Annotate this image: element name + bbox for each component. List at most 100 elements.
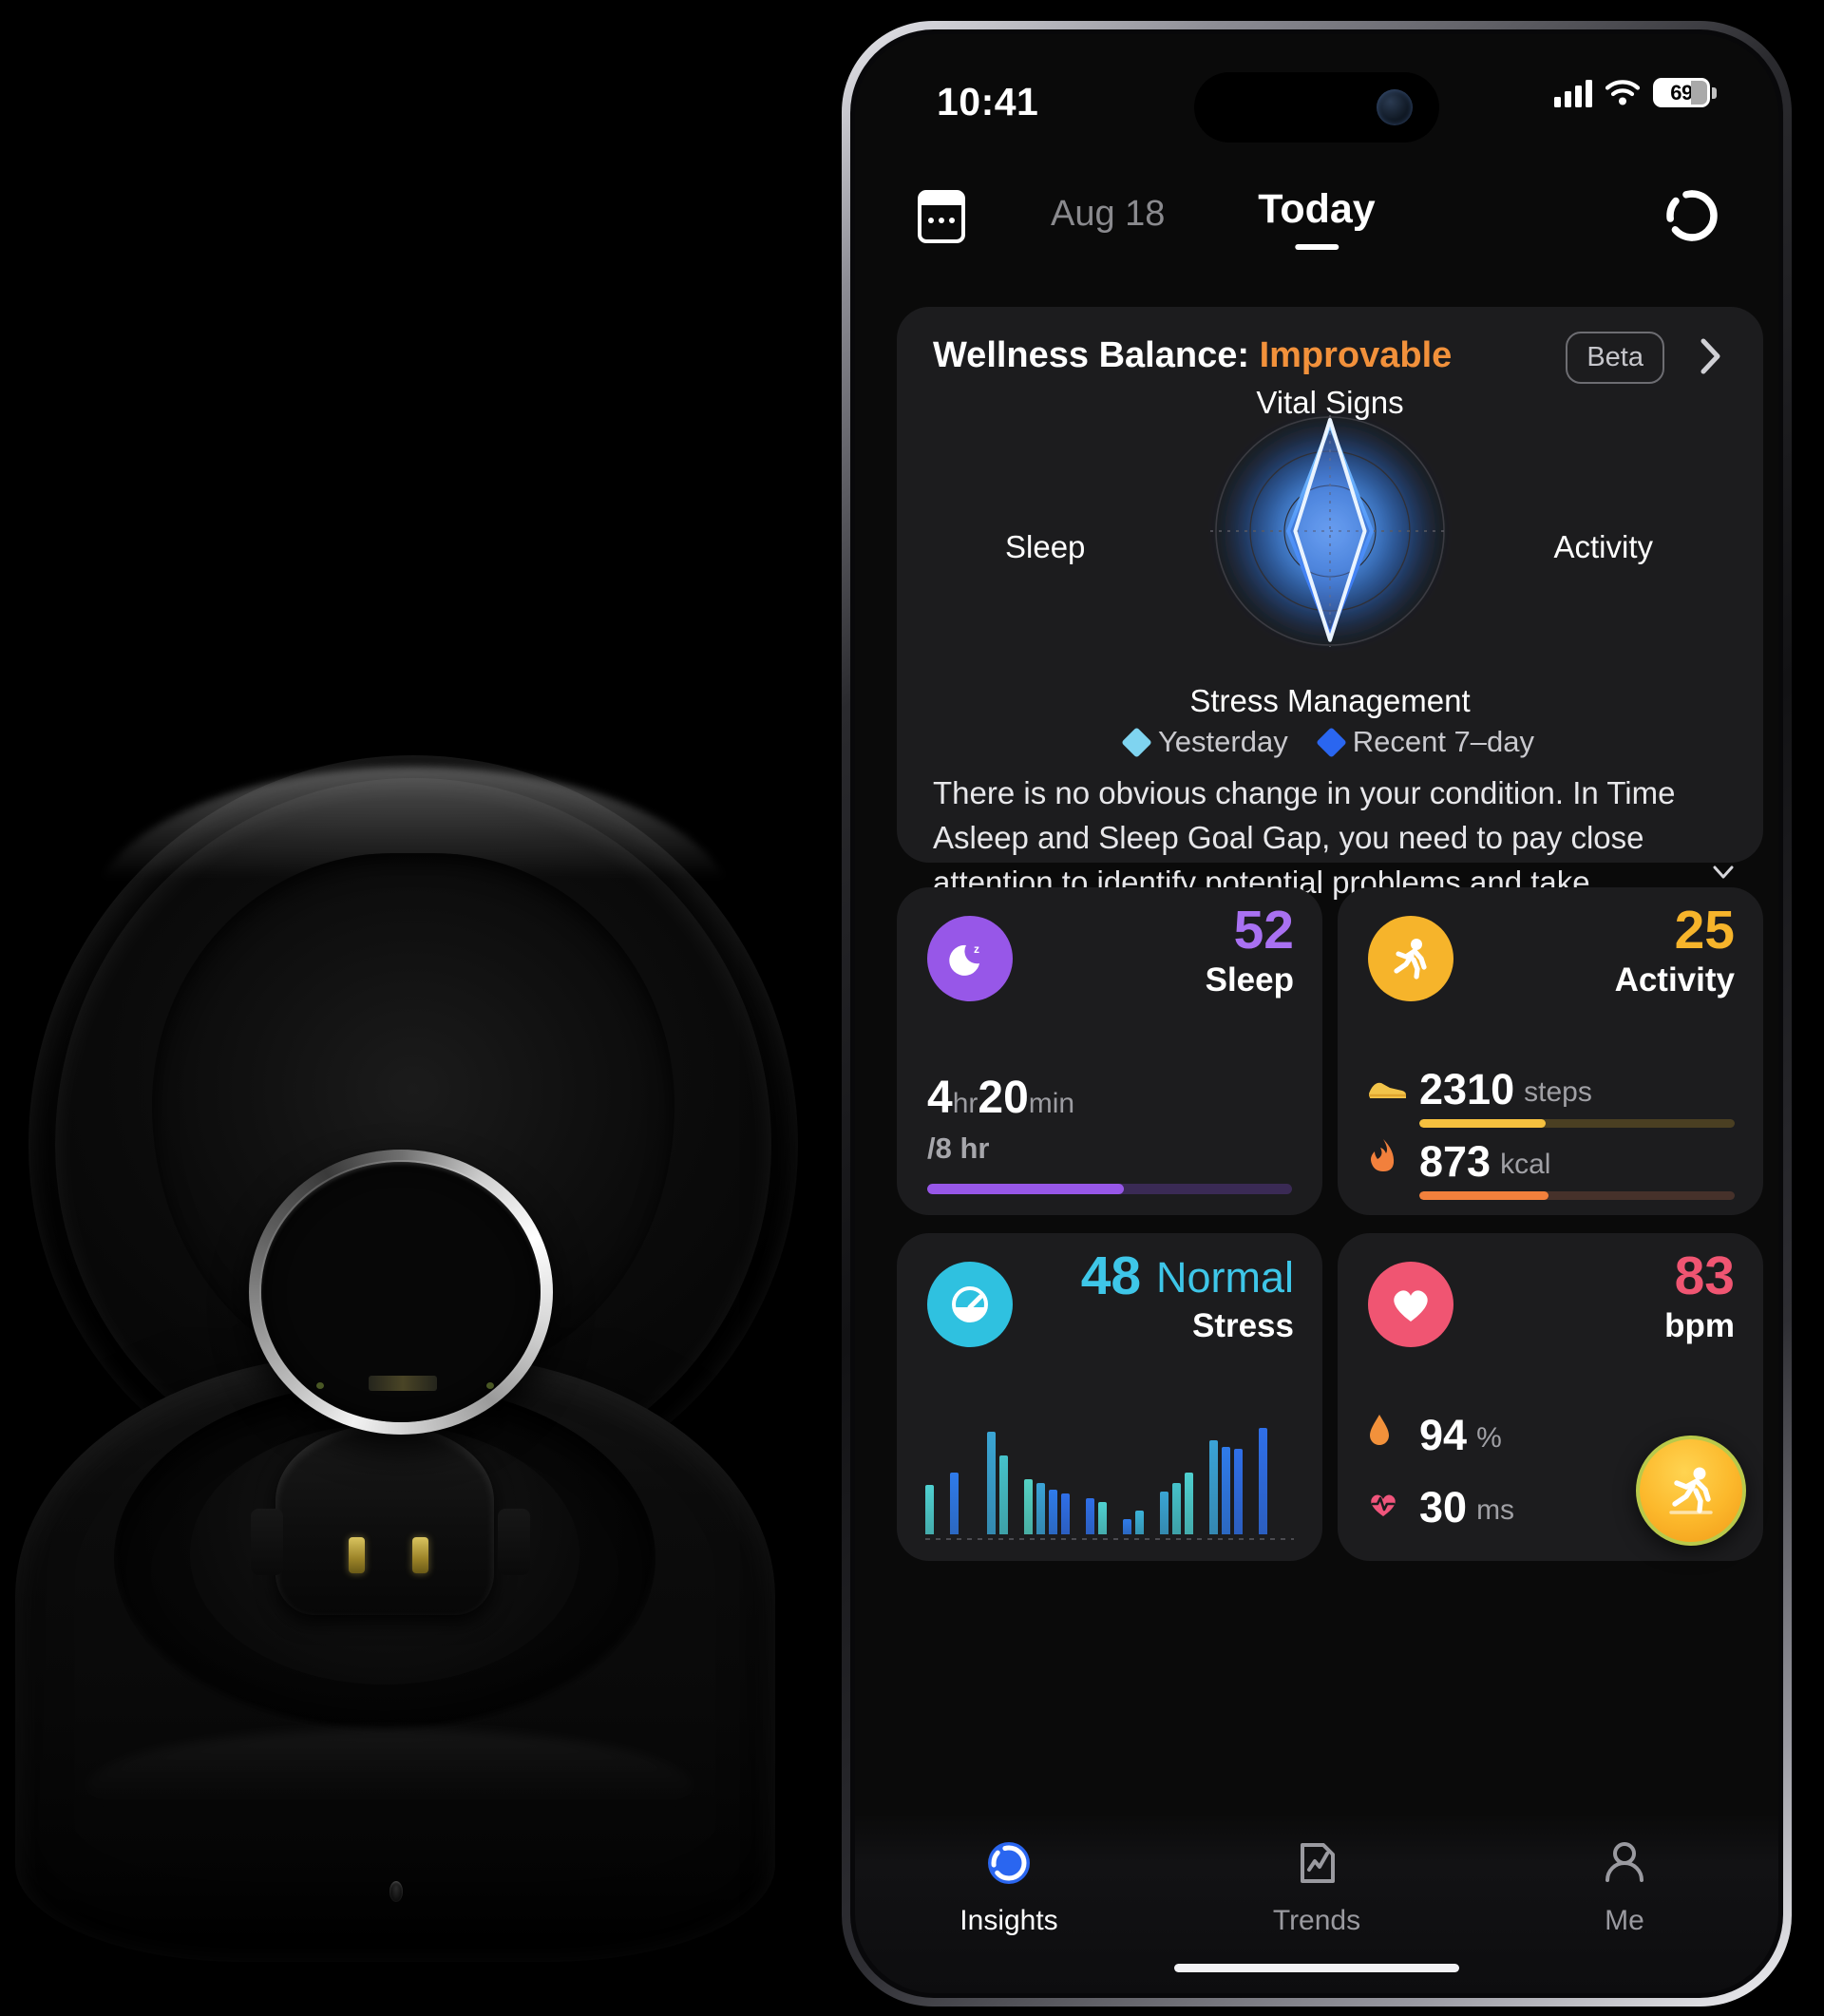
sync-refresh-icon[interactable] [1664,188,1720,243]
status-time: 10:41 [937,80,1039,124]
activity-score-value: 25 [1674,900,1735,960]
beta-badge: Beta [1566,332,1664,384]
app-header: Aug 18 Today [855,177,1778,281]
stress-bar [1086,1497,1094,1534]
stress-bar [1185,1473,1193,1534]
status-indicators: 69 [1554,78,1710,107]
stress-bar [950,1473,959,1534]
base-screw [390,1881,403,1902]
stress-bar [1123,1519,1131,1534]
person-icon [1599,1837,1650,1893]
blood-oxygen-unit: % [1476,1422,1502,1454]
legend-item-recent-7-day: Recent 7–day [1315,725,1535,759]
smart-ring [249,1150,553,1435]
stress-bar [1234,1449,1243,1534]
wellness-description: There is no obvious change in your condi… [933,775,1676,900]
cellular-bars-icon [1554,79,1592,107]
heart-rate-value: 83 [1674,1246,1735,1306]
blood-oxygen-drop-icon [1366,1413,1410,1458]
chevron-down-icon[interactable] [1712,861,1735,884]
battery-percent-label: 69 [1670,80,1693,105]
workout-running-icon[interactable] [1636,1436,1746,1546]
tab-today-label: Today [1258,186,1376,232]
legend-item-yesterday: Yesterday [1121,725,1288,759]
iphone-device-frame: 10:41 69 Aug 18 Today Wellness Balance: … [842,21,1792,2006]
wellness-balance-card[interactable]: Wellness Balance: Improvable Beta Vital … [897,307,1763,900]
stress-bar [999,1455,1008,1534]
stress-bar [1172,1483,1181,1534]
wellness-title: Wellness Balance: Improvable [933,335,1452,376]
lid-gloss-highlight [89,766,737,917]
charging-pin-left [349,1537,365,1573]
sleep-card[interactable]: z 52 Sleep 4hr20min /8 hr [897,887,1322,1215]
sleep-duration: 4hr20min [927,1072,1074,1124]
product-photo-smart-ring-case [0,0,855,2016]
tab-insights[interactable]: Insights [855,1813,1163,1993]
stress-bar [1259,1428,1267,1534]
phone-bezel: 10:41 69 Aug 18 Today Wellness Balance: … [850,29,1783,1998]
ring-sensor-led-right [486,1382,494,1389]
moon-sleep-icon: z [927,916,1013,1001]
stress-score-label: Stress [1191,1307,1294,1344]
svg-text:z: z [974,942,979,956]
heart-rate-card[interactable]: 83 bpm 94 % 30 ms [1338,1233,1763,1561]
hrv-unit: ms [1476,1494,1515,1526]
stress-bar [1024,1478,1033,1534]
sleep-score-value: 52 [1233,900,1294,960]
calendar-icon[interactable] [918,190,965,243]
activity-card[interactable]: 25 Activity 2310 steps 873 kcal [1338,887,1763,1215]
activity-score-label: Activity [1614,961,1735,998]
legend-swatch-yesterday [1121,726,1152,758]
stress-gauge-icon [927,1262,1013,1347]
sleep-progress-bar [927,1184,1292,1194]
calendar-dots [928,217,955,223]
legend-label-recent-7-day: Recent 7–day [1352,725,1535,758]
heart-rate-label: bpm [1664,1307,1735,1344]
stress-bar [1049,1489,1057,1534]
tab-trends-label: Trends [1272,1905,1361,1936]
stress-bar [987,1432,996,1534]
ring-contact-strip [369,1376,437,1391]
stress-bar [1222,1447,1230,1534]
stress-bar [1061,1493,1070,1534]
stress-chart-axis [925,1538,1294,1540]
wellness-title-value: Improvable [1259,335,1453,375]
sleep-hours: 4 [927,1073,953,1123]
dock-notch-left [251,1509,283,1575]
chevron-right-icon[interactable] [1700,338,1721,374]
stress-bar [1036,1483,1045,1534]
front-camera-icon [1377,89,1413,125]
stress-bar [1135,1511,1144,1534]
radar-legend: Yesterday Recent 7–day [897,725,1763,759]
charging-pin-right [412,1537,428,1573]
tab-me[interactable]: Me [1471,1813,1778,1993]
activity-calories-unit: kcal [1500,1149,1551,1180]
battery-icon: 69 [1653,78,1710,107]
dock-notch-right [498,1509,530,1575]
insights-ring-icon [983,1837,1035,1893]
sleep-minutes-unit: min [1028,1088,1075,1119]
sleep-goal: /8 hr [927,1132,990,1165]
legend-label-yesterday: Yesterday [1157,725,1288,758]
previous-day-label[interactable]: Aug 18 [1051,194,1165,235]
activity-steps-unit: steps [1524,1076,1592,1108]
stress-score-value-group: 48 Normal [1081,1246,1294,1305]
phone-screen: 10:41 69 Aug 18 Today Wellness Balance: … [855,34,1778,1993]
blood-oxygen-value: 94 [1419,1411,1468,1459]
tab-insights-label: Insights [960,1905,1058,1936]
stress-bar [1160,1492,1168,1534]
running-person-icon [1368,916,1454,1001]
activity-calories-bar [1419,1191,1735,1200]
stress-bar [1098,1502,1107,1534]
activity-calories-row: 873 kcal [1366,1137,1735,1200]
stress-card[interactable]: 48 Normal Stress [897,1233,1322,1561]
dynamic-island [1194,72,1439,143]
activity-calories-value: 873 [1419,1137,1492,1186]
ring-sensor-led-left [316,1382,324,1389]
hrv-heart-pulse-icon [1366,1487,1410,1531]
stress-score-value: 48 [1080,1246,1142,1306]
stress-bar [1209,1440,1218,1534]
tab-today[interactable]: Today [1258,186,1376,250]
flame-icon [1366,1137,1410,1185]
activity-steps-bar [1419,1119,1735,1128]
